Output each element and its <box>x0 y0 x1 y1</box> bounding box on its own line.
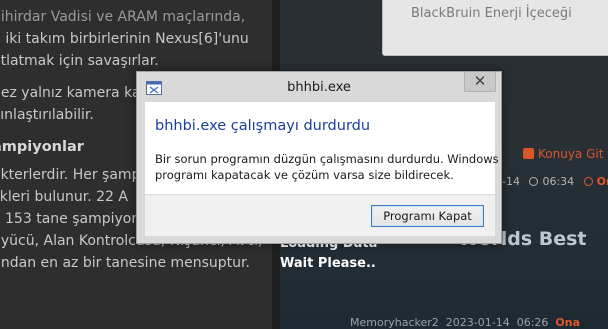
article-line: undan en az bir tanesine mensuptur. <box>0 255 250 271</box>
post-user[interactable]: Ona <box>555 316 580 329</box>
dialog-titlebar[interactable]: bhhbi.exe ✕ <box>137 72 501 102</box>
message-line: programı kapatacak ve çözüm varsa size b… <box>155 168 454 182</box>
post-date: 2023-01-14 <box>445 316 510 329</box>
dialog-content: bhhbi.exe çalışmayı durdurdu Bir sorun p… <box>145 102 499 194</box>
post-date: -14 <box>502 175 520 188</box>
link-icon <box>523 148 534 159</box>
dialog-footer: Programı Kapat <box>145 194 495 236</box>
article-line: Şihirdar Vadisi ve ARAM maçlarında, <box>0 9 246 25</box>
close-icon[interactable]: ✕ <box>464 72 496 92</box>
loading-wait-text: Wait Please.. <box>280 256 376 271</box>
main-instruction: bhhbi.exe çalışmayı durdurdu <box>155 118 371 134</box>
clock-icon <box>583 177 593 186</box>
error-dialog: bhhbi.exe ✕ bhhbi.exe çalışmayı durdurdu… <box>136 71 502 244</box>
post-author[interactable]: Memoryhacker2 <box>350 316 439 329</box>
close-program-button[interactable]: Programı Kapat <box>371 205 484 227</box>
post-meta-bottom: Memoryhacker2 2023-01-14 06:26 Ona <box>350 316 580 329</box>
go-to-thread-label: Konuya Git <box>538 147 604 161</box>
clock-icon <box>529 177 539 186</box>
article-line: atlatmak için savaşırlar. <box>0 53 159 69</box>
post-user[interactable]: Ona <box>597 175 608 188</box>
post-meta-row: -14 06:34 Ona <box>502 175 608 188</box>
ad-card[interactable]: BlackBruin Enerji İçeceği <box>382 0 608 56</box>
article-line: n iki takım birbirlerinin Nexus[6]'unu <box>0 31 249 47</box>
go-to-thread-link[interactable]: Konuya Git <box>523 147 603 161</box>
ad-card-text: BlackBruin Enerji İçeceği <box>411 6 572 21</box>
article-paragraph-1: Şihirdar Vadisi ve ARAM maçlarında, n ik… <box>0 6 264 72</box>
dialog-title: bhhbi.exe <box>287 80 351 95</box>
post-time: 06:34 <box>542 175 575 188</box>
post-time: 06:26 <box>516 316 549 329</box>
dialog-message: Bir sorun programın düzgün çalışmasını d… <box>155 151 499 183</box>
message-line: Bir sorun programın düzgün çalışmasını d… <box>155 152 499 166</box>
